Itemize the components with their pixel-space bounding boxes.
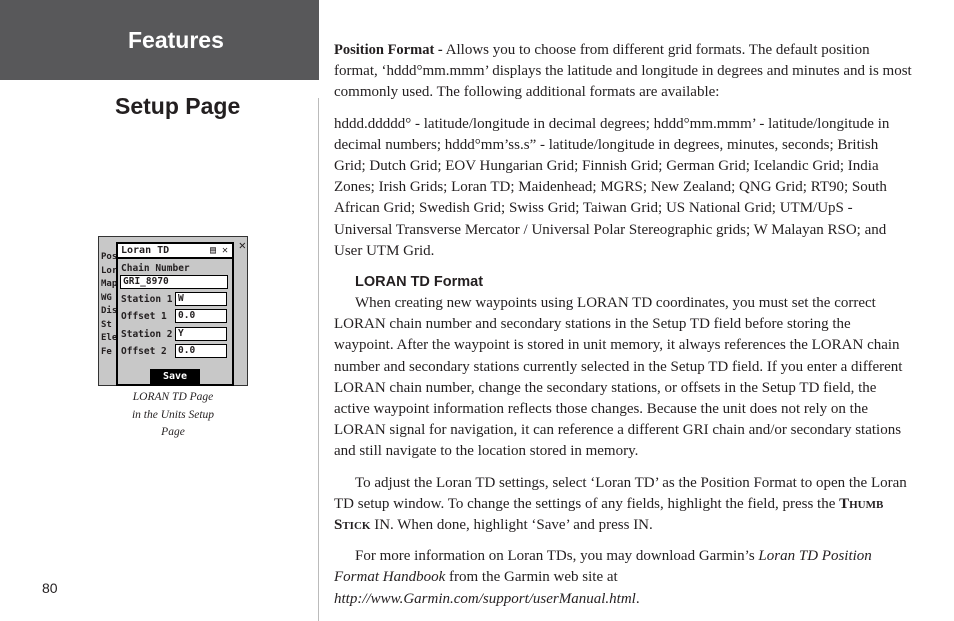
offset-1-field[interactable]: 0.0 — [175, 309, 227, 323]
field-label: Offset 2 — [121, 346, 167, 357]
loran-paragraph: When creating new waypoints using LORAN … — [334, 295, 903, 460]
field-label: Station 2 — [121, 329, 173, 340]
close-icon[interactable]: ✕ — [239, 238, 246, 252]
caption-line: Page — [161, 426, 185, 438]
bg-label: Ele — [101, 333, 118, 343]
divider — [318, 98, 319, 621]
bg-label: Lor — [101, 265, 118, 276]
field-label: Station 1 — [121, 294, 173, 305]
term: Position Format - — [334, 42, 443, 58]
bg-label: Map — [101, 279, 118, 289]
text: . — [635, 590, 640, 607]
section-title: Features — [128, 27, 224, 53]
bg-label: Dis — [101, 306, 118, 316]
bg-label: Fe — [101, 346, 112, 357]
caption-line: in the Units Setup — [131, 408, 215, 421]
page-number: 80 — [42, 580, 58, 596]
bg-label: St — [101, 319, 112, 330]
more-info-paragraph: For more information on Loran TDs, you m… — [334, 546, 912, 610]
device-screenshot: Pos Lor Map WG Dis St Ele Fe ✕ Loran TD ▤… — [98, 236, 248, 386]
bg-label: Pos — [101, 252, 118, 262]
offset-2-field[interactable]: 0.0 — [175, 344, 227, 358]
chain-number-field[interactable]: GRI_8970 — [120, 275, 228, 289]
manual-url[interactable]: http://www.Garmin.com/support/userManual… — [334, 591, 636, 607]
body-text: Position Format - Allows you to choose f… — [334, 40, 912, 620]
adjust-paragraph: To adjust the Loran TD settings, select … — [334, 473, 912, 537]
section-banner: Features — [0, 0, 319, 80]
chain-number-label: Chain Number — [121, 263, 190, 274]
menu-close-icons[interactable]: ▤ ✕ — [210, 244, 228, 257]
page-title: Setup Page — [115, 93, 241, 119]
text: IN. When done, highlight ‘Save’ and pres… — [370, 517, 653, 534]
dialog-title: Loran TD — [121, 245, 170, 256]
field-label: Offset 1 — [121, 311, 167, 322]
figure-caption: LORAN TD Page in the Units Setup Page — [96, 389, 250, 442]
station-1-field[interactable]: W — [175, 292, 227, 306]
position-format-paragraph: Position Format - Allows you to choose f… — [334, 40, 912, 104]
bg-label: WG — [101, 292, 112, 303]
formats-list-paragraph: hddd.ddddd° - latitude/longitude in deci… — [334, 115, 890, 259]
text: To adjust the Loran TD settings, select … — [334, 474, 907, 512]
station-2-field[interactable]: Y — [175, 327, 227, 341]
text: For more information on Loran TDs, you m… — [355, 548, 759, 565]
caption-line: LORAN TD Page — [132, 391, 214, 403]
text: from the Garmin web site at — [445, 569, 618, 586]
loran-heading: LORAN TD Format — [355, 274, 484, 291]
save-button[interactable]: Save — [150, 369, 200, 384]
loran-td-dialog: Loran TD ▤ ✕ Chain Number GRI_8970 Statio… — [116, 242, 234, 386]
